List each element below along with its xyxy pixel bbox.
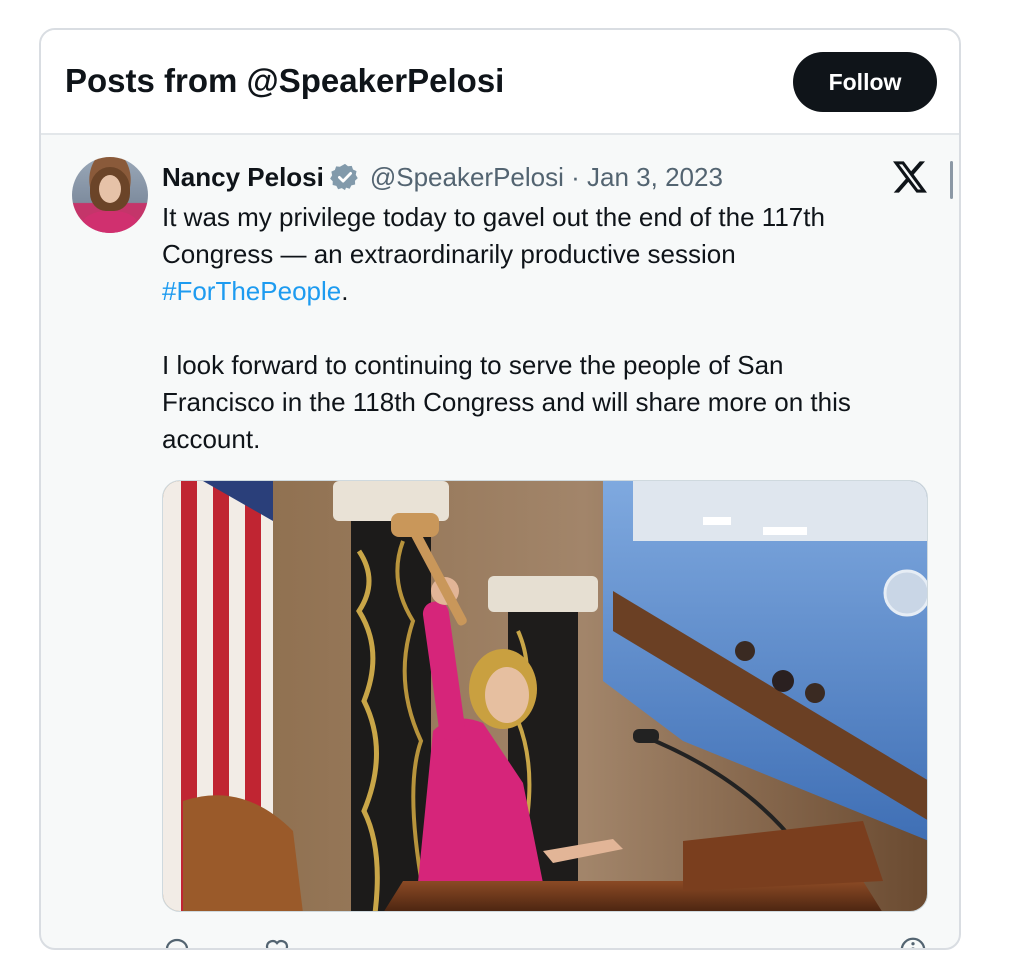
like-action[interactable] [262, 935, 292, 948]
hashtag-link[interactable]: #ForThePeople [162, 276, 341, 306]
info-icon [900, 937, 926, 948]
tweet-author-row: Nancy Pelosi @SpeakerPelosi · Jan 3, 202… [162, 161, 723, 193]
embedded-timeline: Posts from @SpeakerPelosi Follow Nancy P… [39, 28, 961, 950]
tweet-text-line: Congress — an extraordinarily productive… [162, 239, 736, 269]
tweet-text-line: I look forward to continuing to serve th… [162, 350, 784, 380]
tweet-actions [162, 935, 928, 948]
timeline-header: Posts from @SpeakerPelosi Follow [41, 30, 959, 135]
x-logo-icon[interactable] [893, 161, 927, 193]
timeline-title: Posts from @SpeakerPelosi [65, 62, 505, 99]
author-handle-and-date[interactable]: @SpeakerPelosi · Jan 3, 2023 [370, 162, 723, 193]
verified-badge-icon [329, 162, 360, 192]
tweet-photo[interactable] [162, 480, 928, 912]
reply-icon [165, 938, 189, 948]
tweet-text-line: Francisco in the 118th Congress and will… [162, 387, 851, 417]
photo-scene [163, 481, 927, 911]
scrollbar-thumb[interactable] [950, 161, 953, 199]
heart-icon [265, 939, 289, 948]
tweet-text-line: It was my privilege today to gavel out t… [162, 202, 825, 232]
tweet-text-line: account. [162, 424, 261, 454]
author-name[interactable]: Nancy Pelosi [162, 162, 324, 193]
tweet[interactable]: Nancy Pelosi @SpeakerPelosi · Jan 3, 202… [41, 135, 959, 948]
tweet-text-line: #ForThePeople. [162, 273, 922, 310]
avatar-jacket [82, 211, 138, 233]
avatar[interactable] [72, 157, 148, 233]
hashtag-suffix: . [341, 276, 349, 306]
avatar-face [99, 175, 121, 203]
tweet-text: It was my privilege today to gavel out t… [162, 199, 922, 458]
follow-button[interactable]: Follow [793, 52, 937, 112]
reply-action[interactable] [162, 935, 192, 948]
info-action[interactable] [898, 935, 928, 948]
